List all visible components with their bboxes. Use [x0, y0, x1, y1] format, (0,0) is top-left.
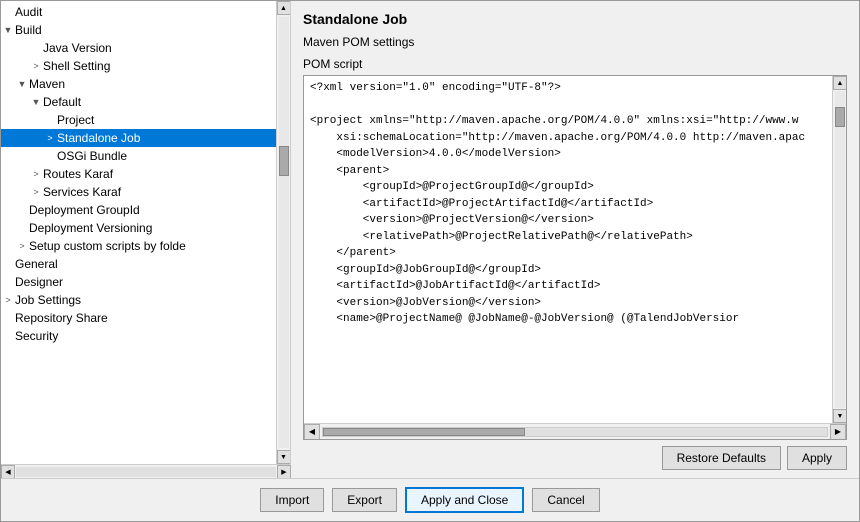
tree-arrow: ▼: [15, 79, 29, 89]
code-hscrollbar[interactable]: ◀ ▶: [304, 423, 846, 439]
scroll-up-btn[interactable]: ▲: [277, 1, 291, 15]
code-vscroll-thumb[interactable]: [835, 107, 845, 127]
tree-arrow: ▼: [29, 97, 43, 107]
tree-item-label: Designer: [15, 275, 276, 289]
export-button[interactable]: Export: [332, 488, 397, 512]
tree-item-label: Build: [15, 23, 276, 37]
scroll-down-btn[interactable]: ▼: [277, 450, 291, 464]
tree-item-setup-custom-scripts[interactable]: > Setup custom scripts by folde: [1, 237, 276, 255]
tree-item-label: Java Version: [43, 41, 276, 55]
apply-close-button[interactable]: Apply and Close: [405, 487, 524, 513]
preferences-dialog: Audit ▼ Build Java Version > Shell Setti…: [0, 0, 860, 522]
code-vscroll-track: [835, 91, 845, 408]
code-hscroll-thumb[interactable]: [323, 428, 525, 436]
tree-item-label: Repository Share: [15, 311, 276, 325]
tree-item-java-version[interactable]: Java Version: [1, 39, 276, 57]
tree-item-default[interactable]: ▼ Default: [1, 93, 276, 111]
code-area-container: <?xml version="1.0" encoding="UTF-8"?> <…: [303, 75, 847, 440]
apply-button[interactable]: Apply: [787, 446, 847, 470]
right-panel: Standalone Job Maven POM settings POM sc…: [291, 1, 859, 478]
tree-item-label: Job Settings: [15, 293, 276, 307]
tree-item-label: Security: [15, 329, 276, 343]
tree-arrow: >: [29, 169, 43, 179]
tree-item-standalone-job[interactable]: > Standalone Job: [1, 129, 276, 147]
scroll-track: [279, 17, 289, 448]
tree-item-label: Routes Karaf: [43, 167, 276, 181]
cancel-button[interactable]: Cancel: [532, 488, 599, 512]
code-scroll-up[interactable]: ▲: [833, 76, 846, 90]
tree-item-label: OSGi Bundle: [57, 149, 276, 163]
tree-item-security[interactable]: Security: [1, 327, 276, 345]
tree-item-label: General: [15, 257, 276, 271]
tree-arrow: ▼: [1, 25, 15, 35]
bottom-bar: Import Export Apply and Close Cancel: [1, 478, 859, 521]
code-scroll-down[interactable]: ▼: [833, 409, 846, 423]
left-hscroll-track: [16, 467, 276, 477]
tree-item-project[interactable]: Project: [1, 111, 276, 129]
tree-arrow: >: [29, 187, 43, 197]
tree-item-audit[interactable]: Audit: [1, 3, 276, 21]
panel-title: Standalone Job: [303, 11, 847, 27]
tree-arrow: >: [1, 295, 15, 305]
tree-item-label: Project: [57, 113, 276, 127]
tree-arrow: >: [43, 133, 57, 143]
dialog-body: Audit ▼ Build Java Version > Shell Setti…: [1, 1, 859, 478]
tree-item-deployment-versioning[interactable]: Deployment Versioning: [1, 219, 276, 237]
tree-item-label: Shell Setting: [43, 59, 276, 73]
tree-panel: Audit ▼ Build Java Version > Shell Setti…: [1, 1, 276, 464]
left-vscrollbar[interactable]: ▲ ▼: [276, 1, 290, 464]
code-hscroll-right[interactable]: ▶: [830, 424, 846, 440]
import-button[interactable]: Import: [260, 488, 324, 512]
code-editor[interactable]: <?xml version="1.0" encoding="UTF-8"?> <…: [304, 76, 832, 423]
restore-defaults-button[interactable]: Restore Defaults: [662, 446, 781, 470]
pom-script-label: POM script: [303, 57, 847, 71]
code-hscroll-track: [322, 427, 828, 437]
tree-item-osgi-bundle[interactable]: OSGi Bundle: [1, 147, 276, 165]
tree-item-routes-karaf[interactable]: > Routes Karaf: [1, 165, 276, 183]
maven-pom-label: Maven POM settings: [303, 35, 847, 49]
tree-item-label: Maven: [29, 77, 276, 91]
code-hscroll-left[interactable]: ◀: [304, 424, 320, 440]
tree-item-repository-share[interactable]: Repository Share: [1, 309, 276, 327]
restore-apply-row: Restore Defaults Apply: [303, 446, 847, 470]
tree-item-deployment-groupid[interactable]: Deployment GroupId: [1, 201, 276, 219]
tree-item-label: Deployment GroupId: [29, 203, 276, 217]
tree-item-general[interactable]: General: [1, 255, 276, 273]
left-hscrollbar[interactable]: ◀ ▶: [1, 464, 291, 478]
tree-item-maven[interactable]: ▼ Maven: [1, 75, 276, 93]
left-scroll-right-btn[interactable]: ▶: [277, 465, 291, 479]
tree-item-build[interactable]: ▼ Build: [1, 21, 276, 39]
tree-item-label: Services Karaf: [43, 185, 276, 199]
left-scroll-left-btn[interactable]: ◀: [1, 465, 15, 479]
tree-item-label: Setup custom scripts by folde: [29, 239, 276, 253]
tree-item-label: Default: [43, 95, 276, 109]
tree-item-shell-setting[interactable]: > Shell Setting: [1, 57, 276, 75]
tree-arrow: >: [15, 241, 29, 251]
tree-item-designer[interactable]: Designer: [1, 273, 276, 291]
tree-item-label: Standalone Job: [57, 131, 276, 145]
tree-item-job-settings[interactable]: > Job Settings: [1, 291, 276, 309]
code-vscrollbar[interactable]: ▲ ▼: [832, 76, 846, 423]
tree-arrow: >: [29, 61, 43, 71]
tree-item-services-karaf[interactable]: > Services Karaf: [1, 183, 276, 201]
tree-item-label: Deployment Versioning: [29, 221, 276, 235]
tree-item-label: Audit: [15, 5, 276, 19]
scroll-thumb[interactable]: [279, 146, 289, 176]
